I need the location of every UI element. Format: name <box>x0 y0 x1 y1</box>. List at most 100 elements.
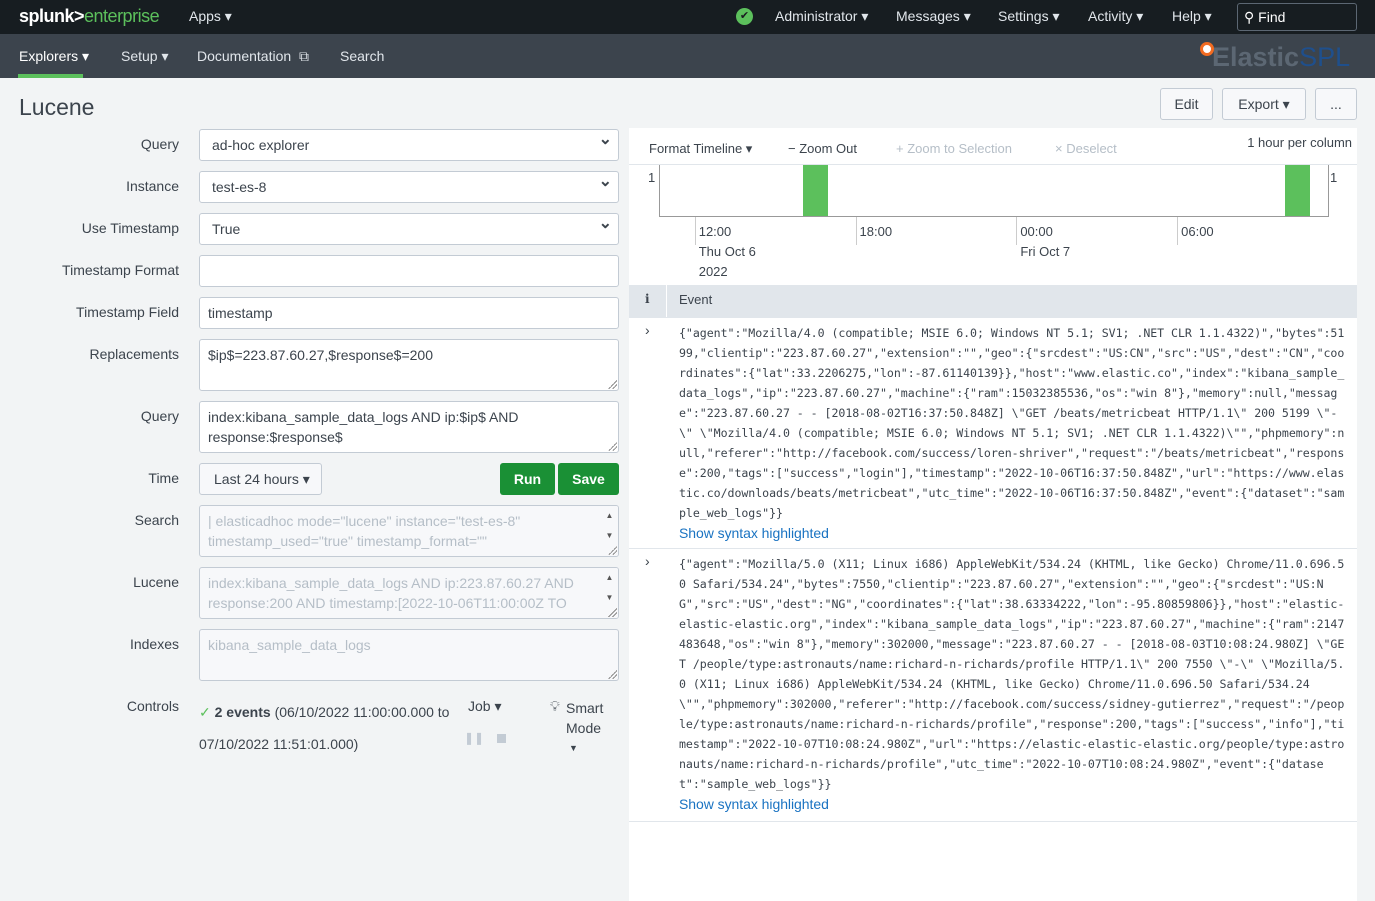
search-textarea[interactable]: | elasticadhoc mode="lucene" instance="t… <box>199 505 619 557</box>
tick-date: Thu Oct 6 <box>698 244 756 259</box>
events-count: 2 events <box>214 704 271 720</box>
lucene-textarea[interactable]: index:kibana_sample_data_logs AND ip:223… <box>199 567 619 619</box>
use-timestamp-label: Use Timestamp <box>81 220 179 236</box>
messages-menu[interactable]: Messages ▾ <box>896 8 971 25</box>
elasticspl-logo: ElasticSPL <box>1200 42 1350 73</box>
controls-label: Controls <box>126 698 179 714</box>
timeline-tick: 18:00 <box>855 217 893 245</box>
expand-chevron-icon[interactable]: › <box>645 322 650 338</box>
nav-explorers[interactable]: Explorers ▾ <box>19 48 89 65</box>
deselect-button[interactable]: × Deselect <box>1055 141 1117 156</box>
nav-setup[interactable]: Setup ▾ <box>121 48 169 65</box>
tick-date: Fri Oct 7 <box>1020 244 1071 259</box>
external-link-icon: ⧉ <box>298 48 309 64</box>
zoom-to-selection-button[interactable]: + Zoom to Selection <box>896 141 1012 156</box>
search-icon: ⚲ <box>1244 9 1255 25</box>
timeline-tick: 06:00 <box>1177 217 1214 245</box>
event-raw: {"agent":"Mozilla/5.0 (X11; Linux i686) … <box>679 554 1347 814</box>
save-button[interactable]: Save <box>558 463 619 495</box>
bulb-icon: 💡︎ <box>550 698 560 714</box>
logo-sub: enterprise <box>84 6 160 26</box>
resize-handle[interactable] <box>607 441 617 451</box>
smart-mode-menu[interactable]: 💡︎ <box>550 698 560 715</box>
timestamp-field-label: Timestamp Field <box>76 304 179 320</box>
zoom-out-button[interactable]: − Zoom Out <box>788 141 857 156</box>
use-timestamp-select[interactable]: True <box>199 213 619 245</box>
top-nav-bar: splunk>enterprise Apps ▾ ✔ Administrator… <box>0 0 1375 34</box>
administrator-menu[interactable]: Administrator ▾ <box>775 8 868 25</box>
instance-select[interactable]: test-es-8 <box>199 171 619 203</box>
tick-year: 2022 <box>698 264 728 279</box>
indexes-value: kibana_sample_data_logs <box>208 637 371 653</box>
event-row: › {"agent":"Mozilla/4.0 (compatible; MSI… <box>629 317 1357 548</box>
job-status: ✓ 2 events (06/10/2022 11:00:00.000 to 0… <box>199 696 454 760</box>
format-timeline-menu[interactable]: Format Timeline ▾ <box>649 141 752 157</box>
timestamp-field-input[interactable]: timestamp <box>199 297 619 329</box>
active-tab-indicator <box>18 74 83 78</box>
settings-menu[interactable]: Settings ▾ <box>998 8 1060 25</box>
edit-button[interactable]: Edit <box>1160 88 1213 120</box>
smart-mode-text: Smart Mode <box>566 700 604 736</box>
more-button[interactable]: ... <box>1315 88 1357 120</box>
event-raw: {"agent":"Mozilla/4.0 (compatible; MSIE … <box>679 323 1347 543</box>
export-button[interactable]: Export ▾ <box>1222 88 1306 120</box>
timeline-tick: 00:00 Fri Oct 7 <box>1016 217 1070 259</box>
check-icon: ✓ <box>199 704 211 720</box>
show-syntax-link[interactable]: Show syntax highlighted <box>679 523 1347 543</box>
app-nav-bar: Explorers ▾ Setup ▾ Documentation ⧉ Sear… <box>0 34 1375 78</box>
find-input[interactable]: ⚲ Find <box>1237 3 1357 31</box>
replacements-textarea[interactable]: $ip$=223.87.60.27,$response$=200 <box>199 339 619 391</box>
nav-search[interactable]: Search <box>340 48 384 64</box>
lucene-query-textarea[interactable]: index:kibana_sample_data_logs AND ip:$ip… <box>199 401 619 453</box>
expand-chevron-icon[interactable]: › <box>645 553 650 569</box>
smart-mode-label[interactable]: Smart Mode ▼ <box>566 698 606 758</box>
timeline-bar[interactable] <box>1285 165 1311 216</box>
timestamp-format-input[interactable] <box>199 255 619 287</box>
info-column-header: i <box>645 292 650 306</box>
indexes-textarea[interactable]: kibana_sample_data_logs <box>199 629 619 681</box>
resize-handle[interactable] <box>607 669 617 679</box>
timeline-chart[interactable] <box>659 165 1329 217</box>
resize-handle[interactable] <box>607 545 617 555</box>
event-column-header: Event <box>679 292 713 307</box>
check-circle-icon[interactable]: ✔ <box>736 8 753 25</box>
query-label: Query <box>140 136 179 152</box>
tick-time: 18:00 <box>859 224 893 239</box>
help-menu[interactable]: Help ▾ <box>1172 8 1212 25</box>
replacements-label: Replacements <box>89 346 180 362</box>
logo-elastic: Elastic <box>1212 42 1300 72</box>
event-row: › {"agent":"Mozilla/5.0 (X11; Linux i686… <box>629 548 1357 821</box>
tick-time: 12:00 <box>698 224 732 239</box>
timestamp-format-label: Timestamp Format <box>62 262 179 278</box>
logo-main: splunk> <box>19 6 85 26</box>
activity-menu[interactable]: Activity ▾ <box>1088 8 1143 25</box>
resize-handle[interactable] <box>607 607 617 617</box>
indexes-label: Indexes <box>129 636 179 652</box>
apps-menu[interactable]: Apps ▾ <box>189 8 232 25</box>
divider <box>666 285 667 317</box>
query-select[interactable]: ad-hoc explorer <box>199 129 619 161</box>
find-placeholder: Find <box>1258 9 1286 25</box>
timeline-scale: 1 hour per column <box>1247 135 1352 150</box>
page-title: Lucene <box>19 94 95 120</box>
pause-icon[interactable]: ❚❚ <box>464 731 484 745</box>
timeline-tick: 12:00 Thu Oct 6 2022 <box>694 217 756 279</box>
time-range-picker[interactable]: Last 24 hours ▾ <box>199 463 322 495</box>
stop-icon[interactable] <box>497 734 506 743</box>
nav-documentation[interactable]: Documentation ⧉ <box>197 48 309 65</box>
tick-time: 00:00 <box>1020 224 1053 239</box>
tick-time: 06:00 <box>1181 224 1214 239</box>
events-header: i Event <box>629 285 1357 317</box>
show-syntax-link[interactable]: Show syntax highlighted <box>679 794 1347 814</box>
event-text: {"agent":"Mozilla/4.0 (compatible; MSIE … <box>679 326 1345 520</box>
results-panel: Format Timeline ▾ − Zoom Out + Zoom to S… <box>629 128 1357 901</box>
query2-label: Query <box>140 408 179 424</box>
job-menu[interactable]: Job ▾ <box>468 698 502 715</box>
run-button[interactable]: Run <box>500 463 555 495</box>
timeline-bar[interactable] <box>802 165 828 216</box>
events-footer <box>629 821 1357 901</box>
splunk-logo[interactable]: splunk>enterprise <box>19 6 160 27</box>
resize-handle[interactable] <box>607 379 617 389</box>
y-max-right: 1 <box>1330 170 1338 185</box>
event-text: {"agent":"Mozilla/5.0 (X11; Linux i686) … <box>679 557 1345 791</box>
